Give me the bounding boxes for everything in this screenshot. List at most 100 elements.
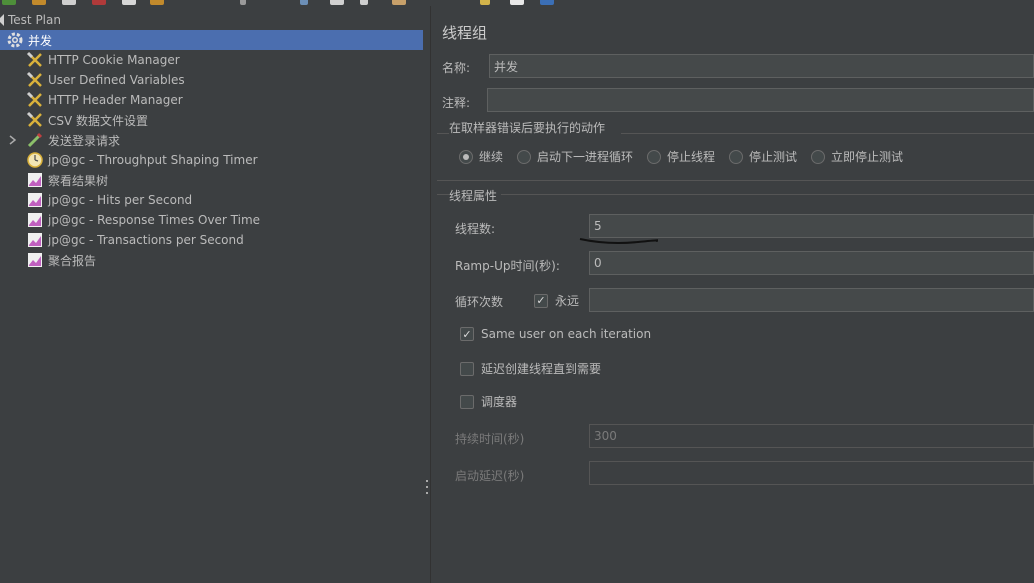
cut-icon[interactable] xyxy=(92,0,106,5)
function-icon[interactable] xyxy=(480,0,490,5)
radio-dot[interactable] xyxy=(459,149,473,164)
search-icon[interactable] xyxy=(360,0,368,5)
pipette-icon xyxy=(26,131,44,149)
splitter-grip-icon[interactable] xyxy=(426,480,429,494)
thread-group-panel: 线程组 名称: 并发 注释: 在取样器错误后要执行的动作 继续 启动下一进程循环… xyxy=(431,6,1034,583)
page-title: 线程组 xyxy=(442,24,488,42)
save-icon[interactable] xyxy=(32,0,46,5)
test-plan-tree: Test Plan 并发 HTTP Cookie Manager User De… xyxy=(0,6,423,583)
tree-item-cookie-manager[interactable]: HTTP Cookie Manager xyxy=(0,50,423,70)
radio-dot[interactable] xyxy=(729,149,743,164)
wrench-icon xyxy=(26,111,44,129)
radio-continue[interactable]: 继续 xyxy=(459,148,503,165)
tree-root-label: Test Plan xyxy=(8,13,61,27)
tree-item-label: 发送登录请求 xyxy=(48,133,121,148)
tree-item-throughput-shaping-timer[interactable]: jp@gc - Throughput Shaping Timer xyxy=(0,150,423,170)
checkmark-icon[interactable]: ✓ xyxy=(460,327,474,341)
props-group-border xyxy=(501,194,1034,195)
tree-item-transactions-per-second[interactable]: jp@gc - Transactions per Second xyxy=(0,230,423,250)
scheduler-checkbox[interactable]: 调度器 xyxy=(460,393,517,410)
comment-label: 注释: xyxy=(442,96,471,110)
gear-icon xyxy=(6,31,24,49)
startup-delay-label: 启动延迟(秒) xyxy=(455,469,525,483)
tree-item-label: HTTP Header Manager xyxy=(48,93,183,107)
radio-label: 立即停止测试 xyxy=(831,150,904,164)
run-icon[interactable] xyxy=(2,0,16,5)
checkbox-label: Same user on each iteration xyxy=(481,327,652,341)
tree-item-response-times-over-time[interactable]: jp@gc - Response Times Over Time xyxy=(0,210,423,230)
tree-item-view-results-tree[interactable]: 察看结果树 xyxy=(0,170,423,190)
loop-count-label: 循环次数 xyxy=(455,295,504,309)
checkbox-box[interactable] xyxy=(460,394,474,409)
tree-item-label: 并发 xyxy=(28,33,53,48)
tree-item-login-request[interactable]: 发送登录请求 xyxy=(0,130,423,150)
reset-icon[interactable] xyxy=(392,0,406,5)
templates-icon[interactable] xyxy=(62,0,76,5)
rampup-field[interactable]: 0 xyxy=(589,251,1034,275)
chart-icon xyxy=(26,251,44,269)
paste-icon[interactable] xyxy=(150,0,164,5)
radio-start-next-loop[interactable]: 启动下一进程循环 xyxy=(517,148,633,165)
checkbox-box[interactable] xyxy=(460,361,474,376)
loop-count-field[interactable] xyxy=(589,288,1034,312)
tree-item-label: jp@gc - Response Times Over Time xyxy=(48,213,261,227)
props-group-border xyxy=(437,194,449,195)
tree-item-thread-group[interactable]: 并发 xyxy=(0,30,423,50)
radio-dot[interactable] xyxy=(517,149,531,164)
radio-label: 启动下一进程循环 xyxy=(537,150,634,164)
delay-thread-creation-checkbox[interactable]: 延迟创建线程直到需要 xyxy=(460,360,601,377)
tree-item-label: jp@gc - Transactions per Second xyxy=(48,233,244,247)
threads-field[interactable]: 5 xyxy=(589,214,1034,238)
wrench-icon xyxy=(26,91,44,109)
radio-stop-test-now[interactable]: 立即停止测试 xyxy=(811,148,903,165)
same-user-checkbox[interactable]: ✓ Same user on each iteration xyxy=(460,327,651,341)
tree-item-label: jp@gc - Throughput Shaping Timer xyxy=(48,153,258,167)
checkbox-label: 延迟创建线程直到需要 xyxy=(481,362,602,376)
chart-icon xyxy=(26,191,44,209)
radio-label: 停止测试 xyxy=(749,150,798,164)
test-plan-icon xyxy=(0,11,6,29)
tree-item-label: jp@gc - Hits per Second xyxy=(48,193,193,207)
loop-forever-checkbox[interactable]: ✓ 永远 xyxy=(534,292,579,309)
chart-icon xyxy=(26,171,44,189)
error-group-border xyxy=(437,133,449,134)
duration-field[interactable]: 300 xyxy=(589,424,1034,448)
radio-stop-thread[interactable]: 停止线程 xyxy=(647,148,715,165)
stop-icon[interactable] xyxy=(300,0,308,5)
help-icon[interactable] xyxy=(510,0,524,5)
tree-item-header-manager[interactable]: HTTP Header Manager xyxy=(0,90,423,110)
annotation-underline xyxy=(579,238,658,244)
name-label: 名称: xyxy=(442,61,471,75)
chart-icon xyxy=(26,211,44,229)
checkbox-label: 永远 xyxy=(555,294,580,308)
tree-item-label: HTTP Cookie Manager xyxy=(48,53,180,67)
help-icon[interactable] xyxy=(540,0,554,5)
tree-item-user-defined-variables[interactable]: User Defined Variables xyxy=(0,70,423,90)
comment-field[interactable] xyxy=(487,88,1034,112)
rampup-label: Ramp-Up时间(秒): xyxy=(455,259,560,273)
chart-icon xyxy=(26,231,44,249)
panel-splitter[interactable] xyxy=(423,6,431,583)
name-field[interactable]: 并发 xyxy=(489,54,1034,78)
tree-item-hits-per-second[interactable]: jp@gc - Hits per Second xyxy=(0,190,423,210)
error-group-title: 在取样器错误后要执行的动作 xyxy=(449,121,606,135)
clear-icon[interactable] xyxy=(330,0,344,5)
start-icon[interactable] xyxy=(240,0,246,5)
radio-label: 继续 xyxy=(479,150,504,164)
radio-stop-test[interactable]: 停止测试 xyxy=(729,148,797,165)
threads-label: 线程数: xyxy=(455,222,496,236)
tree-item-aggregate-report[interactable]: 聚合报告 xyxy=(0,250,423,270)
clock-icon xyxy=(26,151,44,169)
chevron-right-icon[interactable] xyxy=(9,135,21,145)
checkmark-icon[interactable]: ✓ xyxy=(534,293,548,308)
copy-icon[interactable] xyxy=(122,0,136,5)
tree-item-label: User Defined Variables xyxy=(48,73,185,87)
error-group-border xyxy=(621,133,1034,134)
tree-root-test-plan[interactable]: Test Plan xyxy=(0,10,423,30)
error-group-border xyxy=(437,180,1034,181)
radio-dot[interactable] xyxy=(811,149,825,164)
radio-dot[interactable] xyxy=(647,149,661,164)
tree-item-csv-data-set[interactable]: CSV 数据文件设置 xyxy=(0,110,423,130)
wrench-icon xyxy=(26,51,44,69)
startup-delay-field[interactable] xyxy=(589,461,1034,485)
